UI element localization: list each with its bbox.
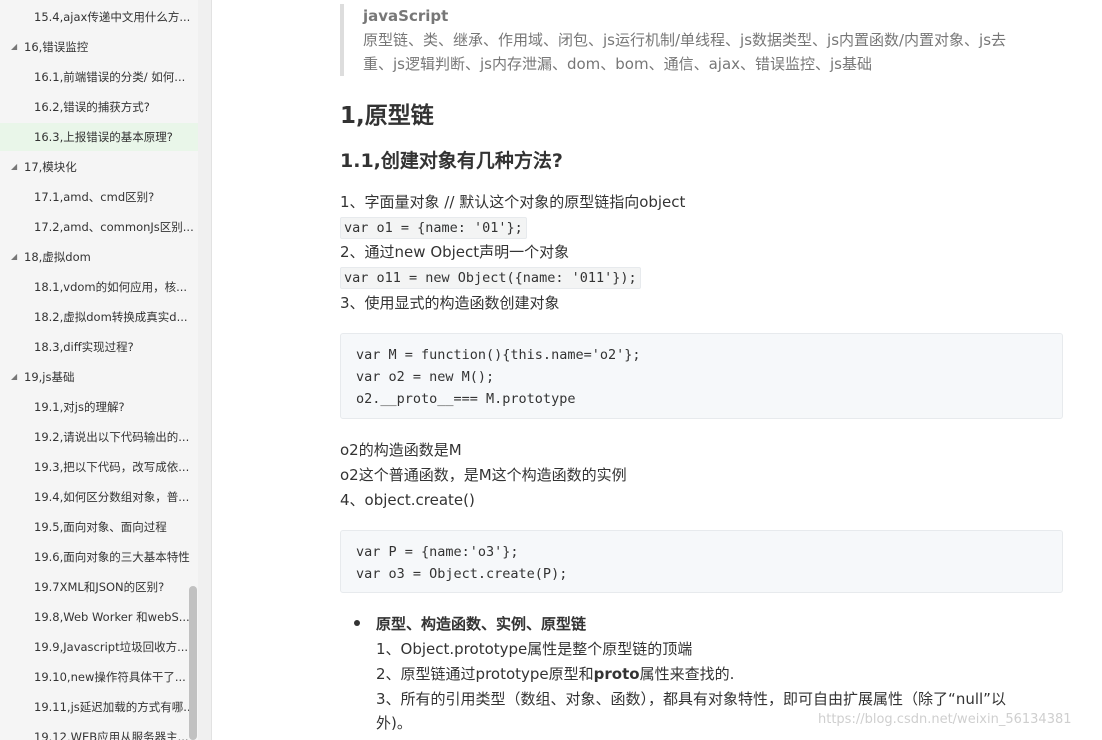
- collapse-caret-icon[interactable]: ◢: [11, 33, 17, 61]
- watermark: https://blog.csdn.net/weixin_56134381: [818, 712, 1072, 727]
- toc-sidebar: 15.4,ajax传递中文用什么方... ◢ 16,错误监控 16.1,前端错误的分类…: [0, 0, 212, 740]
- collapse-caret-icon[interactable]: ◢: [11, 243, 17, 271]
- collapse-caret-icon[interactable]: ◢: [11, 363, 17, 391]
- toc-subsection-item[interactable]: 18.1,vdom的如何应用，核...: [0, 273, 198, 301]
- toc-section-item[interactable]: ◢ 18,虚拟dom: [0, 243, 198, 271]
- code-line: o2.__proto__=== M.prototype: [356, 391, 576, 407]
- toc-section-item[interactable]: ◢ 17,模块化: [0, 153, 198, 181]
- article-content: javaScript 原型链、类、继承、作用域、闭包、js运行机制/单线程、js…: [340, 0, 1064, 740]
- toc-subsection-item[interactable]: 18.2,虚拟dom转换成真实d...: [0, 303, 198, 331]
- toc-subsection-item[interactable]: 19.7XML和JSON的区别?: [0, 573, 198, 601]
- toc-subsection-item[interactable]: 19.6,面向对象的三大基本特性: [0, 543, 198, 571]
- quote-title: javaScript: [363, 7, 449, 25]
- list-line: 3、所有的引用类型（数组、对象、函数），都具有对象特性，即可自由扩展属性（除了“…: [376, 690, 1006, 708]
- summary-blockquote: javaScript 原型链、类、继承、作用域、闭包、js运行机制/单线程、js…: [340, 4, 1052, 76]
- toc-subsection-item[interactable]: 19.8,Web Worker 和webS...: [0, 603, 198, 631]
- paragraph: o2这个普通函数，是M这个构造函数的实例: [340, 466, 627, 484]
- paragraph: 2、通过new Object声明一个对象: [340, 243, 570, 261]
- toc-subsection-item[interactable]: 19.9,Javascript垃圾回收方...: [0, 633, 198, 661]
- toc-subsection-item[interactable]: 16.1,前端错误的分类/ 如何...: [0, 63, 198, 91]
- quote-line: 重、js逻辑判断、js内存泄漏、dom、bom、通信、ajax、错误监控、js基…: [363, 55, 872, 73]
- toc-subsection-item[interactable]: 19.4,如何区分数组对象，普...: [0, 483, 198, 511]
- code-line: var o2 = new M();: [356, 369, 495, 385]
- code-line: var o3 = Object.create(P);: [356, 566, 568, 582]
- code-block[interactable]: var M = function(){this.name='o2'}; var …: [340, 333, 1063, 419]
- inline-code: var o11 = new Object({name: '011'});: [340, 267, 641, 289]
- code-line: var P = {name:'o3'};: [356, 544, 519, 560]
- bullet-label: 原型、构造函数、实例、原型链: [376, 615, 587, 633]
- section-heading: 1,原型链: [340, 103, 434, 129]
- list-bold-text: proto: [593, 665, 640, 683]
- code-block[interactable]: var P = {name:'o3'}; var o3 = Object.cre…: [340, 530, 1063, 593]
- code-line: var M = function(){this.name='o2'};: [356, 347, 641, 363]
- toc-section-item[interactable]: ◢ 19,js基础: [0, 363, 198, 391]
- toc-subsection-item[interactable]: 19.3,把以下代码，改写成依...: [0, 453, 198, 481]
- toc-subsection-item[interactable]: 16.3,上报错误的基本原理?: [0, 123, 198, 151]
- list-text: 属性来查找的.: [639, 665, 735, 683]
- toc-subsection-item[interactable]: 16.2,错误的捕获方式?: [0, 93, 198, 121]
- toc-subsection-item[interactable]: 18.3,diff实现过程?: [0, 333, 198, 361]
- paragraph: 1、字面量对象 // 默认这个对象的原型链指向object: [340, 193, 686, 211]
- paragraph: o2的构造函数是M: [340, 441, 462, 459]
- toc-subsection-item[interactable]: 17.1,amd、cmd区别?: [0, 183, 198, 211]
- toc-subsection-item[interactable]: 19.10,new操作符具体干了...: [0, 663, 198, 691]
- list-line: 外)。: [376, 714, 412, 732]
- bullet-item: 原型、构造函数、实例、原型链: [354, 612, 586, 636]
- toc-section-item[interactable]: ◢ 16,错误监控: [0, 33, 198, 61]
- paragraph: 4、object.create(): [340, 491, 475, 509]
- quote-line: 原型链、类、继承、作用域、闭包、js运行机制/单线程、js数据类型、js内置函数…: [363, 31, 1007, 49]
- toc-subsection-item[interactable]: 19.2,请说出以下代码输出的...: [0, 423, 198, 451]
- inline-code: var o1 = {name: '01'};: [340, 217, 527, 239]
- sidebar-scrollbar-thumb[interactable]: [189, 586, 197, 740]
- list-line: 1、Object.prototype属性是整个原型链的顶端: [376, 640, 693, 658]
- toc-subsection-item[interactable]: 19.5,面向对象、面向过程: [0, 513, 198, 541]
- paragraph: 3、使用显式的构造函数创建对象: [340, 294, 560, 312]
- toc-subsection-item[interactable]: 19.11,js延迟加载的方式有哪...: [0, 693, 198, 721]
- subsection-heading: 1.1,创建对象有几种方法?: [340, 150, 563, 172]
- sidebar-scrollbar-track[interactable]: [198, 0, 211, 740]
- list-line: 2、原型链通过prototype原型和proto属性来查找的.: [376, 662, 734, 686]
- collapse-caret-icon[interactable]: ◢: [11, 153, 17, 181]
- toc-subsection-item[interactable]: 19.12,WEB应用从服务器主...: [0, 723, 198, 740]
- bullet-dot-icon: [354, 619, 360, 626]
- toc-subsection-item[interactable]: 19.1,对js的理解?: [0, 393, 198, 421]
- list-text: 2、原型链通过prototype原型和: [376, 665, 594, 683]
- toc-subsection-item[interactable]: 15.4,ajax传递中文用什么方...: [0, 3, 198, 31]
- toc-subsection-item[interactable]: 17.2,amd、commonJs区别...: [0, 213, 198, 241]
